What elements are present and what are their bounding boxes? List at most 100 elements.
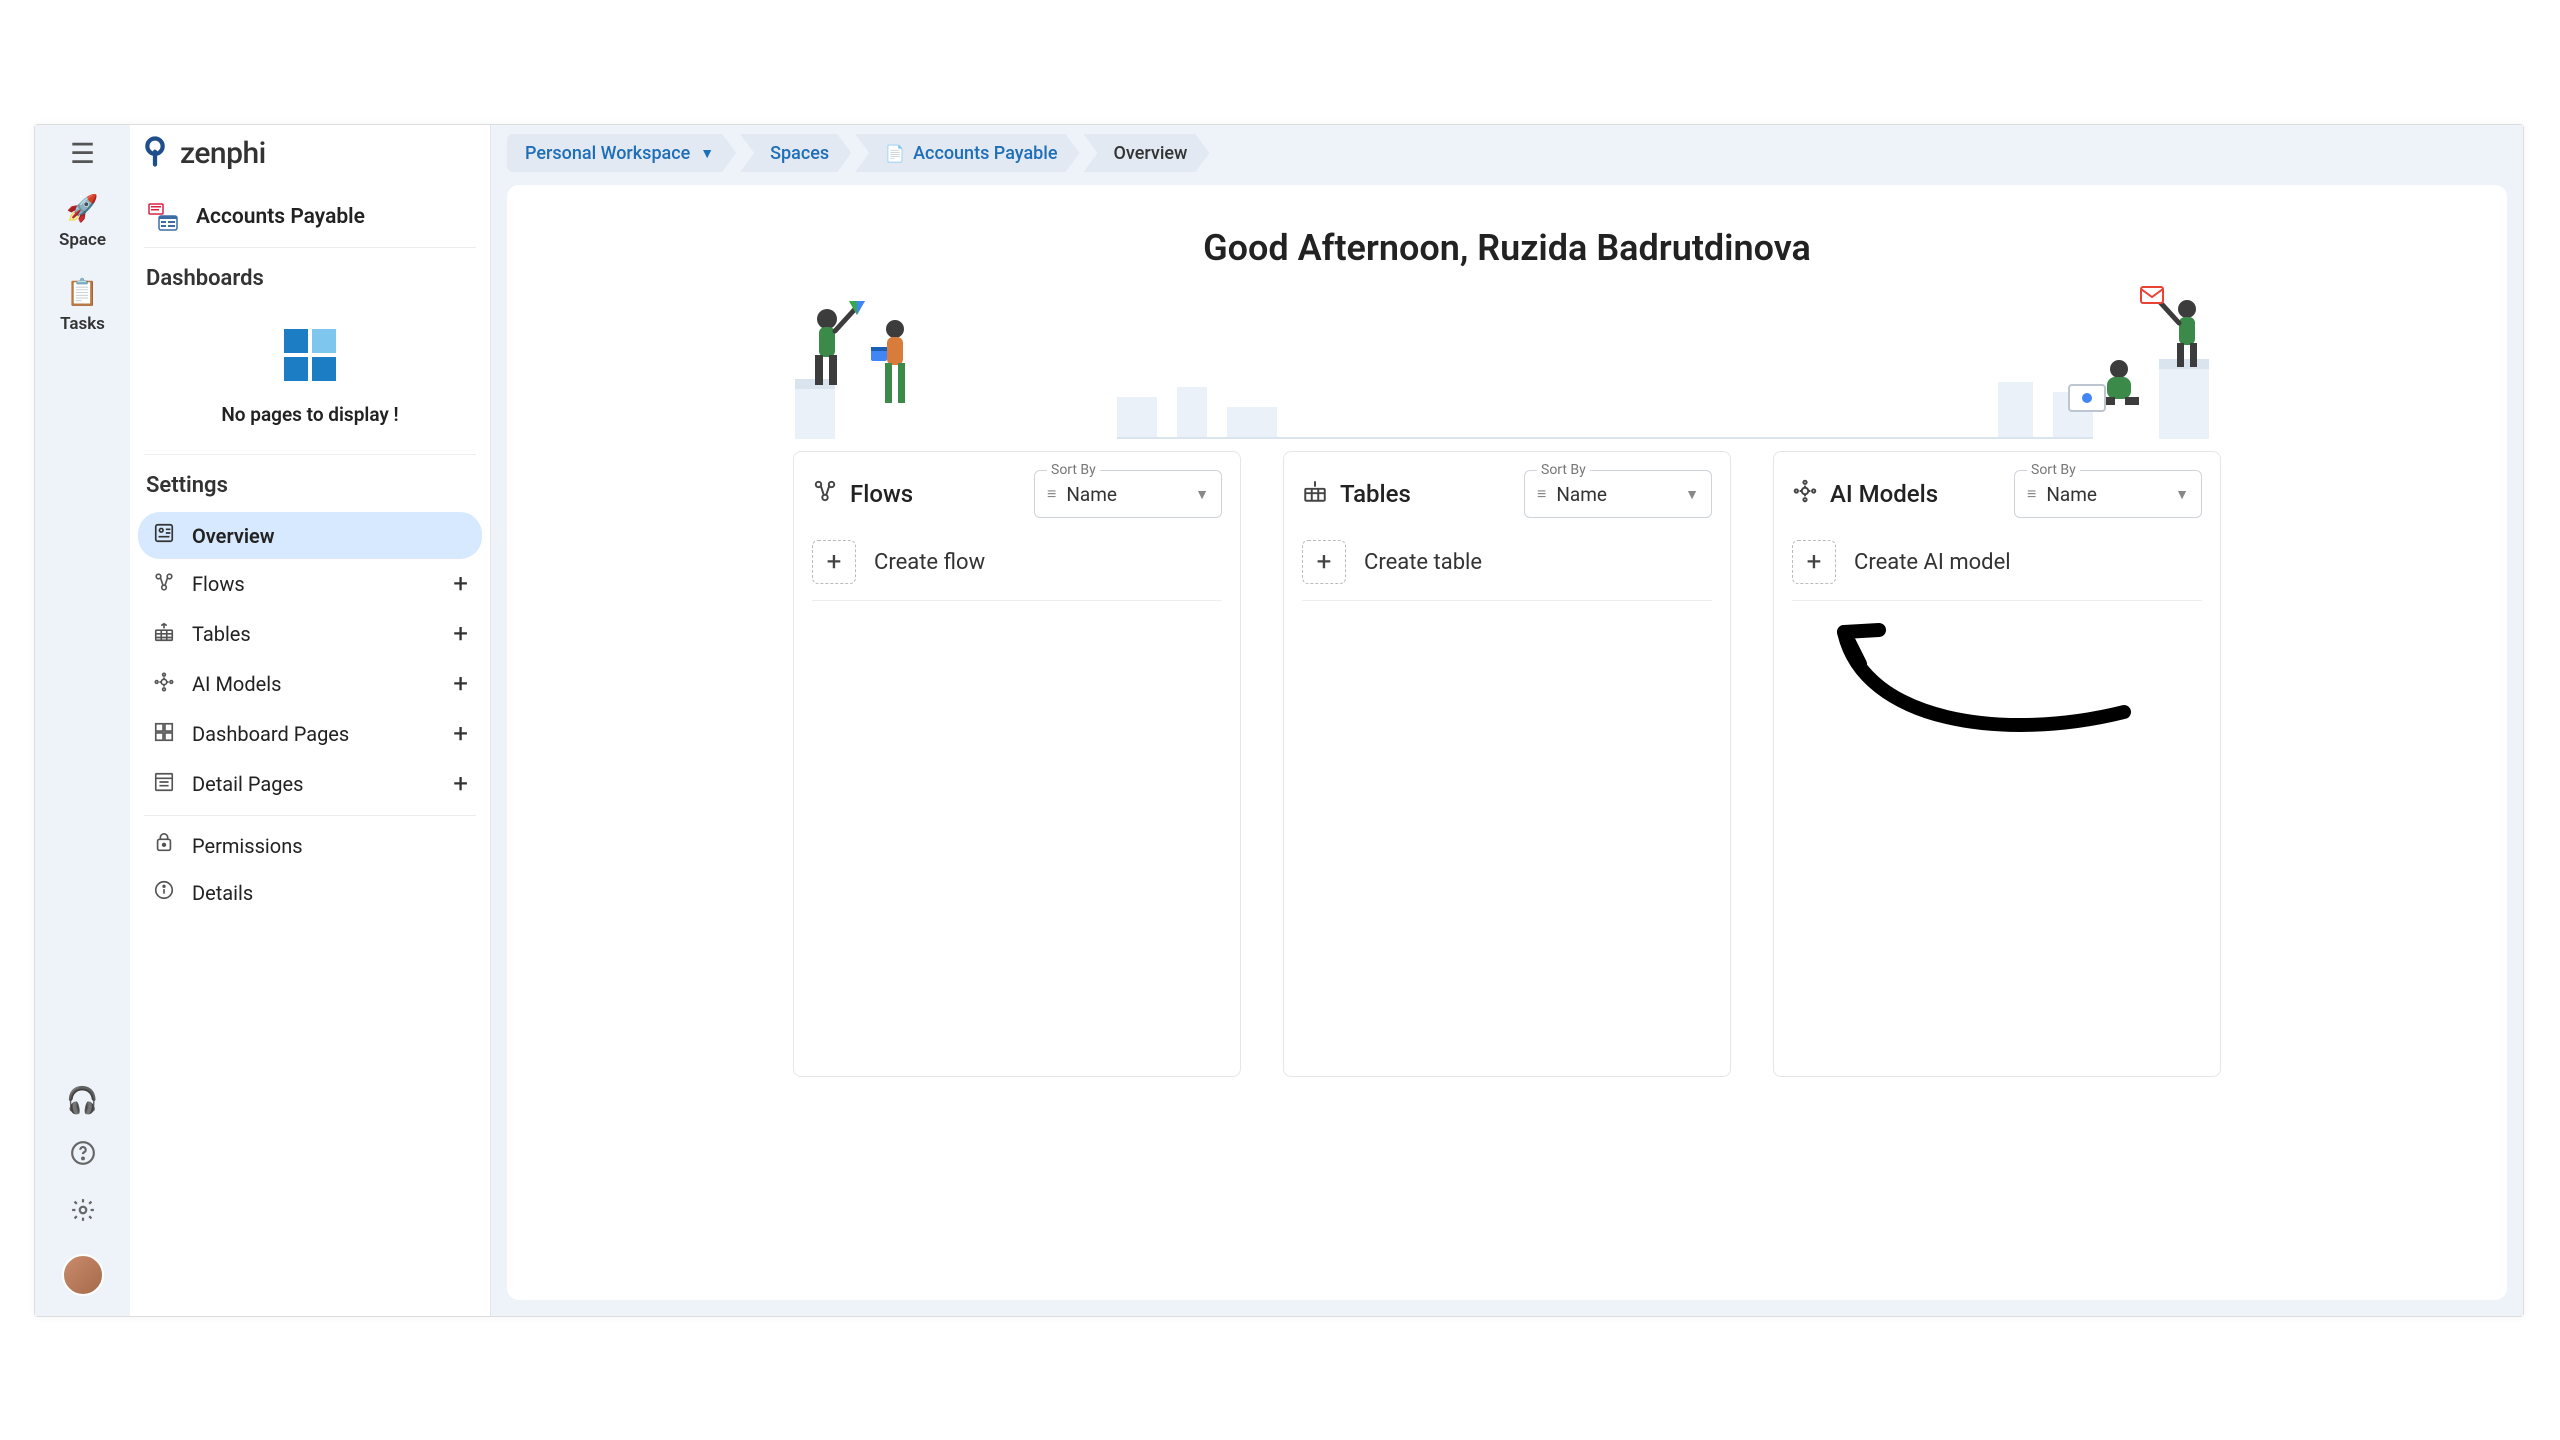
create-table-button[interactable]: + Create table — [1302, 534, 1712, 601]
add-table-icon[interactable]: + — [453, 619, 468, 649]
crumb-label: Personal Workspace — [525, 143, 690, 164]
dashboards-heading: Dashboards — [130, 248, 490, 301]
card-title: Flows — [850, 480, 1022, 508]
illustration-right — [2009, 259, 2229, 439]
menu-toggle-icon[interactable]: ☰ — [70, 137, 95, 170]
settings-label: Permissions — [192, 834, 303, 858]
space-small-icon: 📄 — [885, 144, 905, 163]
add-dashboard-page-icon[interactable]: + — [453, 719, 468, 749]
annotation-arrow — [1804, 602, 2144, 762]
crumb-label: Overview — [1114, 143, 1188, 164]
card-title: Tables — [1340, 480, 1512, 508]
detail-pages-icon — [152, 771, 176, 798]
headset-icon[interactable]: 🎧 — [66, 1086, 98, 1116]
space-header-icon — [146, 199, 182, 235]
greeting-text: Good Afternoon, Ruzida Badrutdinova — [1203, 227, 1811, 269]
logo-icon — [138, 136, 172, 170]
dashboards-empty-state: No pages to display ! — [130, 301, 490, 454]
sort-icon: ≡ — [1537, 484, 1546, 504]
ai-icon — [152, 671, 176, 698]
crumb-label: Spaces — [770, 143, 829, 164]
settings-list: Overview Flows + Tables + AI Models + Da… — [130, 508, 490, 920]
sort-value: Name — [1556, 483, 1675, 506]
settings-item-ai-models[interactable]: AI Models + — [138, 659, 482, 709]
rail-item-tasks[interactable]: 📋 Tasks — [60, 278, 105, 334]
chevron-down-icon: ▼ — [1195, 486, 1209, 503]
dashboards-empty-icon — [284, 329, 336, 381]
settings-label: Flows — [192, 572, 245, 596]
flows-icon — [152, 571, 176, 598]
space-title: Accounts Payable — [196, 205, 365, 229]
logo[interactable]: zenphi — [138, 136, 266, 171]
settings-item-details[interactable]: Details — [138, 869, 482, 916]
sort-icon: ≡ — [1047, 484, 1056, 504]
sort-value: Name — [2046, 483, 2165, 506]
settings-heading: Settings — [130, 455, 490, 508]
card-flows: Flows Sort By ≡ Name ▼ + Create flow — [793, 451, 1241, 1077]
cards-row: Flows Sort By ≡ Name ▼ + Create flow — [531, 451, 2483, 1077]
create-ai-model-button[interactable]: + Create AI model — [1792, 534, 2202, 601]
add-flow-icon[interactable]: + — [453, 569, 468, 599]
illustration-left — [785, 259, 965, 439]
settings-label: AI Models — [192, 672, 281, 696]
card-tables: Tables Sort By ≡ Name ▼ + Create table — [1283, 451, 1731, 1077]
breadcrumb: Personal Workspace ▼ Spaces 📄 Accounts P… — [491, 125, 2523, 181]
skyline-decoration — [1117, 379, 2093, 439]
settings-item-flows[interactable]: Flows + — [138, 559, 482, 609]
sortby-label: Sort By — [1537, 462, 1590, 478]
crumb-spaces[interactable]: Spaces — [740, 134, 851, 172]
help-icon[interactable] — [70, 1140, 96, 1173]
crumb-label: Accounts Payable — [913, 143, 1057, 164]
create-label: Create table — [1364, 550, 1482, 575]
chevron-down-icon: ▼ — [2175, 486, 2189, 503]
sort-tables[interactable]: Sort By ≡ Name ▼ — [1524, 470, 1712, 518]
sidebar-topbar: zenphi — [130, 125, 490, 181]
settings-label: Details — [192, 881, 253, 905]
rocket-icon: 🚀 — [66, 194, 98, 224]
sort-ai-models[interactable]: Sort By ≡ Name ▼ — [2014, 470, 2202, 518]
permissions-icon — [152, 832, 176, 859]
crumb-current-space[interactable]: 📄 Accounts Payable — [855, 134, 1079, 172]
rail-label-space: Space — [59, 230, 106, 250]
tables-card-icon — [1302, 478, 1328, 510]
settings-label: Overview — [192, 524, 275, 548]
settings-item-detail-pages[interactable]: Detail Pages + — [138, 759, 482, 809]
sort-value: Name — [1066, 483, 1185, 506]
sortby-label: Sort By — [2027, 462, 2080, 478]
logo-text: zenphi — [180, 136, 266, 171]
rail-item-space[interactable]: 🚀 Space — [59, 194, 106, 250]
nav-rail: ☰ 🚀 Space 📋 Tasks 🎧 — [35, 125, 130, 1316]
create-flow-button[interactable]: + Create flow — [812, 534, 1222, 601]
settings-item-dashboard-pages[interactable]: Dashboard Pages + — [138, 709, 482, 759]
card-ai-models: AI Models Sort By ≡ Name ▼ + Create AI m… — [1773, 451, 2221, 1077]
settings-item-permissions[interactable]: Permissions — [138, 822, 482, 869]
chevron-down-icon: ▼ — [1685, 486, 1699, 503]
user-avatar[interactable] — [62, 1254, 104, 1296]
plus-icon: + — [812, 540, 856, 584]
sort-icon: ≡ — [2027, 484, 2036, 504]
ai-models-card-icon — [1792, 478, 1818, 510]
info-icon — [152, 879, 176, 906]
dashboard-pages-icon — [152, 721, 176, 748]
plus-icon: + — [1302, 540, 1346, 584]
crumb-workspace[interactable]: Personal Workspace ▼ — [507, 134, 736, 172]
tables-icon — [152, 621, 176, 648]
greeting-banner: Good Afternoon, Ruzida Badrutdinova — [531, 209, 2483, 439]
sort-flows[interactable]: Sort By ≡ Name ▼ — [1034, 470, 1222, 518]
sortby-label: Sort By — [1047, 462, 1100, 478]
overview-icon — [152, 522, 176, 549]
settings-item-tables[interactable]: Tables + — [138, 609, 482, 659]
settings-label: Tables — [192, 622, 251, 646]
dashboards-empty-text: No pages to display ! — [221, 403, 398, 426]
settings-gear-icon[interactable] — [70, 1197, 96, 1230]
settings-item-overview[interactable]: Overview — [138, 512, 482, 559]
space-header: Accounts Payable — [130, 181, 490, 247]
create-label: Create flow — [874, 550, 985, 575]
create-label: Create AI model — [1854, 550, 2011, 575]
crumb-page[interactable]: Overview — [1084, 134, 1210, 172]
add-ai-model-icon[interactable]: + — [453, 669, 468, 699]
card-title: AI Models — [1830, 480, 2002, 508]
app-frame: ☰ 🚀 Space 📋 Tasks 🎧 zenphi — [34, 124, 2524, 1317]
add-detail-page-icon[interactable]: + — [453, 769, 468, 799]
main-content: Good Afternoon, Ruzida Badrutdinova Flow… — [507, 185, 2507, 1300]
